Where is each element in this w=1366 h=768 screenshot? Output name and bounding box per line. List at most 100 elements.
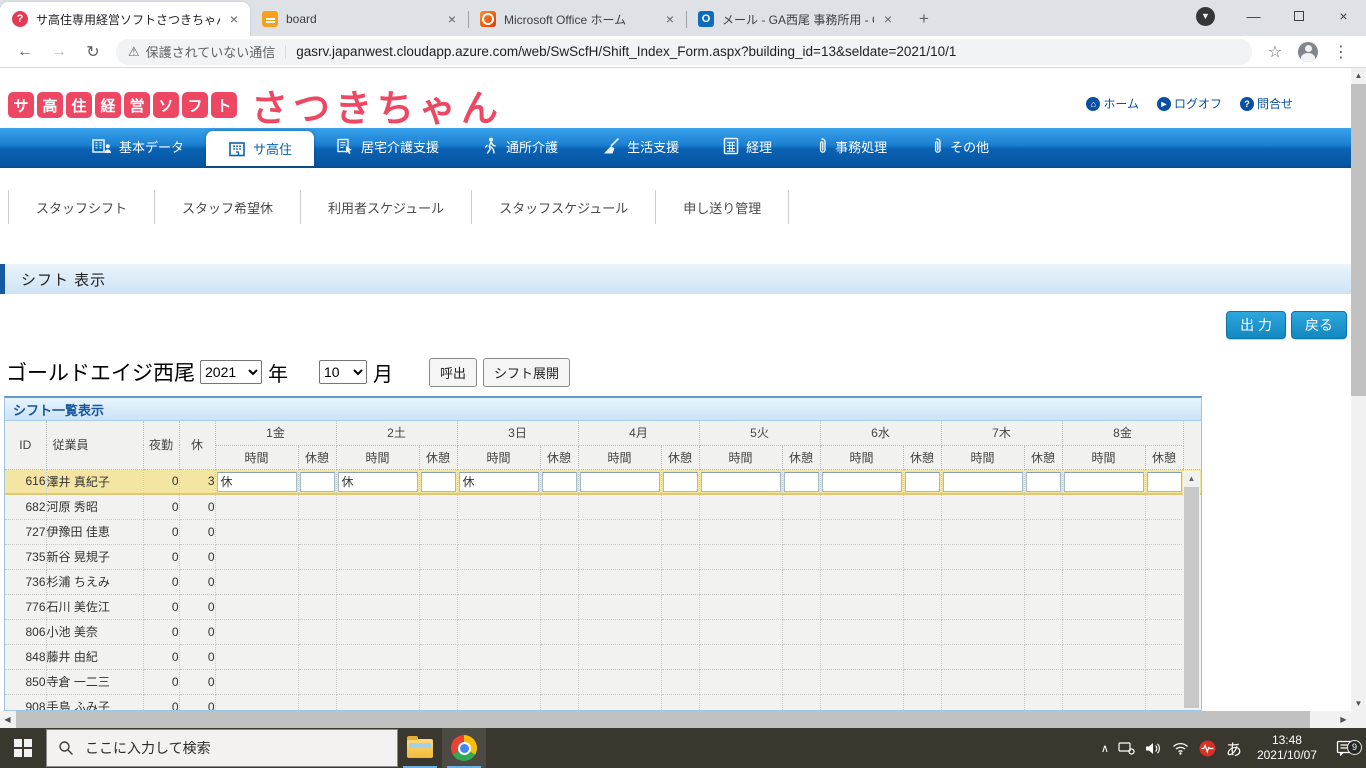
browser-tab[interactable]: board × <box>250 2 468 36</box>
vertical-scrollbar-thumb[interactable] <box>1351 84 1366 396</box>
shift-break-input[interactable] <box>662 471 698 492</box>
nav-item-経理[interactable]: 経理 <box>701 126 794 166</box>
top-link-ホーム[interactable]: ⌂ ホーム <box>1086 95 1139 112</box>
shift-time-input[interactable]: 休 <box>337 471 418 492</box>
start-button[interactable] <box>0 728 46 768</box>
shift-time-input[interactable] <box>700 471 781 492</box>
insecure-warning-icon[interactable]: ⚠ <box>128 44 140 60</box>
scroll-right-icon[interactable]: ▶ <box>1336 711 1351 728</box>
shift-break-input[interactable] <box>783 471 819 492</box>
shift-time-input[interactable] <box>579 471 660 492</box>
shift-break-input[interactable] <box>420 471 456 492</box>
browser-tab[interactable]: O メール - GA西尾 事務所用 - Outloo × <box>686 2 904 36</box>
year-select[interactable]: 2021 <box>200 360 262 384</box>
shift-break-input[interactable] <box>541 471 577 492</box>
table-row[interactable]: 806 小池 美奈 0 0 <box>5 619 1201 645</box>
minimize-button[interactable]: — <box>1231 0 1276 32</box>
subnav-item-スタッフシフト[interactable]: スタッフシフト <box>8 190 156 224</box>
nav-item-サ高住[interactable]: サ高住 <box>206 131 315 166</box>
subnav-item-利用者スケジュール[interactable]: 利用者スケジュール <box>301 190 473 224</box>
vertical-scrollbar[interactable]: ▲ ▼ <box>1351 68 1366 711</box>
tray-expand-icon[interactable]: ∧ <box>1101 742 1109 755</box>
shift-break-input[interactable] <box>299 471 335 492</box>
nav-item-その他[interactable]: その他 <box>909 126 1011 166</box>
table-row[interactable]: 908 手島 ふみ子 0 0 <box>5 694 1201 710</box>
volume-icon[interactable] <box>1145 742 1163 755</box>
table-row[interactable]: 682 河原 秀昭 0 0 <box>5 494 1201 520</box>
bookmark-star-icon[interactable]: ☆ <box>1261 38 1289 66</box>
month-select[interactable]: 10 <box>319 360 367 384</box>
table-row[interactable]: 736 杉浦 ちえみ 0 0 <box>5 569 1201 595</box>
url-text[interactable]: gasrv.japanwest.cloudapp.azure.com/web/S… <box>296 44 956 59</box>
table-row[interactable]: 776 石川 美佐江 0 0 <box>5 594 1201 620</box>
table-row[interactable]: 848 藤井 由紀 0 0 <box>5 644 1201 670</box>
reload-button[interactable]: ↻ <box>79 38 107 66</box>
top-link-ログオフ[interactable]: ► ログオフ <box>1156 95 1222 112</box>
table-row[interactable]: 727 伊豫田 佳恵 0 0 <box>5 519 1201 545</box>
table-scrollbar[interactable]: ▲ <box>1183 471 1200 710</box>
new-tab-button[interactable]: + <box>910 5 938 33</box>
scroll-down-icon[interactable]: ▼ <box>1351 696 1366 711</box>
tab-close-icon[interactable]: × <box>882 11 894 27</box>
browser-menu-icon[interactable]: ⋮ <box>1327 38 1355 66</box>
taskbar-clock[interactable]: 13:48 2021/10/07 <box>1251 733 1323 763</box>
output-button[interactable]: 出 力 <box>1226 311 1286 339</box>
shift-time-input[interactable]: 休 <box>216 471 297 492</box>
profile-avatar[interactable] <box>1298 41 1318 62</box>
cell-employee-name: 杉浦 ちえみ <box>46 569 144 595</box>
nav-item-居宅介護支援[interactable]: 居宅介護支援 <box>314 126 461 166</box>
subnav-item-スタッフスケジュール[interactable]: スタッフスケジュール <box>472 190 657 224</box>
nav-item-事務処理[interactable]: 事務処理 <box>794 126 909 166</box>
cell-day-break <box>298 469 337 495</box>
scroll-up-icon[interactable]: ▲ <box>1183 471 1200 486</box>
back-page-button[interactable]: 戻る <box>1291 311 1347 339</box>
shift-break-input[interactable] <box>1025 471 1061 492</box>
shift-time-input[interactable] <box>1063 471 1144 492</box>
browser-tab[interactable]: Microsoft Office ホーム × <box>468 2 686 36</box>
horizontal-scrollbar-thumb[interactable] <box>16 711 1310 728</box>
action-center-button[interactable]: 9 <box>1332 739 1362 757</box>
cell-day-break <box>903 494 942 520</box>
nav-item-label: 事務処理 <box>835 139 888 155</box>
facility-name: ゴールドエイジ西尾 <box>6 362 195 385</box>
chrome-update-icon[interactable]: ▼ <box>1196 6 1215 26</box>
shift-time-input[interactable]: 休 <box>458 471 539 492</box>
shift-break-input[interactable] <box>1146 471 1182 492</box>
subnav-item-申し送り管理[interactable]: 申し送り管理 <box>656 190 790 224</box>
taskbar-explorer-button[interactable] <box>398 728 442 768</box>
table-row[interactable]: 735 新谷 晃規子 0 0 <box>5 544 1201 570</box>
back-button[interactable]: ← <box>11 38 39 66</box>
earthquake-alert-icon[interactable] <box>1199 740 1217 757</box>
call-button[interactable]: 呼出 <box>429 357 478 387</box>
tab-close-icon[interactable]: × <box>228 11 240 27</box>
close-button[interactable]: × <box>1321 0 1366 32</box>
notification-badge: 9 <box>1347 739 1362 755</box>
table-row[interactable]: 616 澤井 真紀子 0 3 休休休 <box>5 469 1201 495</box>
scroll-up-icon[interactable]: ▲ <box>1351 68 1366 83</box>
nav-item-基本データ[interactable]: 基本データ <box>70 126 206 166</box>
tab-close-icon[interactable]: × <box>664 11 676 27</box>
forward-button[interactable]: → <box>45 38 73 66</box>
scroll-left-icon[interactable]: ◀ <box>0 711 15 728</box>
taskbar-search[interactable]: ここに入力して検索 <box>46 729 398 767</box>
taskbar-chrome-button[interactable] <box>442 728 486 768</box>
shift-time-input[interactable] <box>821 471 902 492</box>
top-link-問合せ[interactable]: ? 問合せ <box>1239 95 1293 112</box>
restore-button[interactable] <box>1276 0 1321 32</box>
subnav-item-スタッフ希望休[interactable]: スタッフ希望休 <box>155 190 302 224</box>
tablet-mode-icon[interactable] <box>1118 741 1136 755</box>
tab-close-icon[interactable]: × <box>446 11 458 27</box>
address-bar[interactable]: ⚠ 保護されていない通信 gasrv.japanwest.cloudapp.az… <box>116 38 1252 65</box>
table-scrollbar-thumb[interactable] <box>1184 487 1199 708</box>
shift-time-input[interactable] <box>942 471 1023 492</box>
cell-day-time <box>1062 469 1146 495</box>
ime-indicator[interactable]: あ <box>1226 736 1242 760</box>
shift-break-input[interactable] <box>904 471 940 492</box>
browser-tab[interactable]: ? サ高住専用経営ソフトさつきちゃん × <box>0 2 250 36</box>
horizontal-scrollbar[interactable]: ◀ ▶ <box>0 711 1351 728</box>
shift-expand-button[interactable]: シフト展開 <box>483 357 571 387</box>
wifi-icon[interactable] <box>1172 742 1190 755</box>
nav-item-通所介護[interactable]: 通所介護 <box>461 126 580 166</box>
table-row[interactable]: 850 寺倉 一二三 0 0 <box>5 669 1201 695</box>
nav-item-生活支援[interactable]: 生活支援 <box>580 126 701 166</box>
